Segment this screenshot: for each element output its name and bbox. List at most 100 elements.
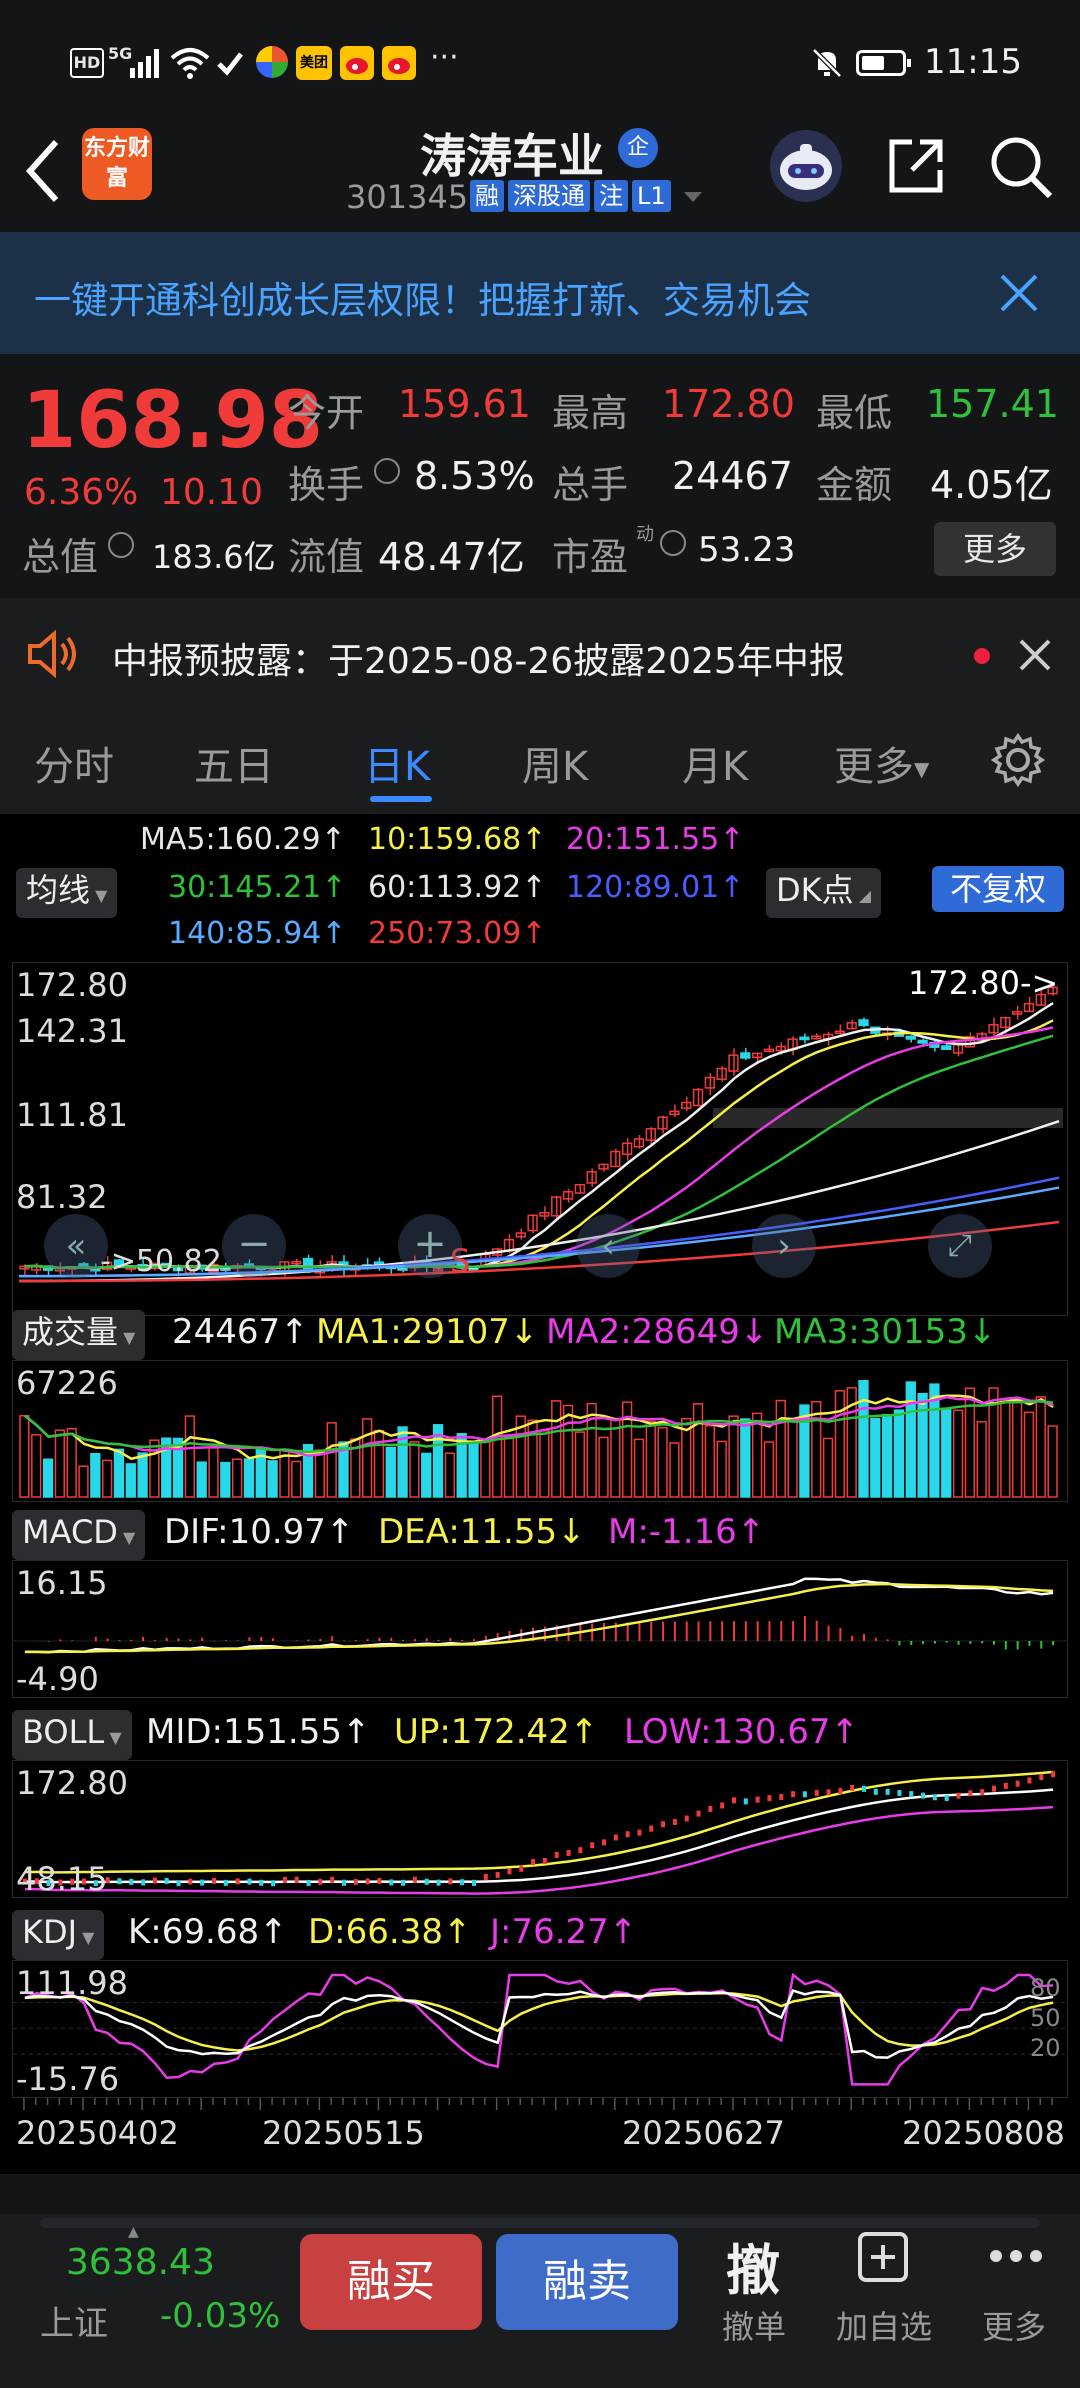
volume-bar (409, 1441, 420, 1498)
scroll-left-icon[interactable]: ‹ (576, 1214, 640, 1278)
ma10-label: 10:159.68↑ (368, 822, 547, 857)
boll-candle (507, 1868, 512, 1875)
tag-connect: 深股通 (508, 180, 590, 212)
index-name[interactable]: 上证 (40, 2296, 108, 2345)
promo-banner[interactable]: 一键开通科创成长层权限！把握打新、交易机会 (0, 232, 1080, 354)
back-icon[interactable] (20, 136, 64, 210)
fullscreen-icon[interactable]: ⤢ (928, 1214, 992, 1278)
volume-bar (941, 1407, 952, 1498)
margin-sell-button[interactable]: 融卖 (496, 2234, 678, 2330)
settings-gear-icon[interactable] (990, 732, 1046, 792)
boll-candle (495, 1871, 500, 1878)
boll-low: LOW:130.67↑ (624, 1712, 860, 1752)
boll-candle (389, 1879, 394, 1886)
drawer-handle[interactable] (40, 2218, 1040, 2228)
volume-bar (728, 1415, 739, 1498)
tab-monthly-k[interactable]: 月K (682, 734, 748, 792)
volume-ma3: MA3:30153↓ (774, 1312, 997, 1352)
ma-selector[interactable]: 均线 ▼ (16, 868, 118, 918)
boll-selector-label: BOLL (22, 1713, 105, 1751)
notice-bar[interactable]: 中报预披露：于2025-08-26披露2025年中报 (0, 598, 1080, 710)
volume-bar (562, 1404, 574, 1498)
more-label[interactable]: 更多 (982, 2302, 1046, 2348)
kdj-selector[interactable]: KDJ ▼ (12, 1910, 105, 1960)
tab-five-day[interactable]: 五日 (194, 734, 274, 792)
volume-bar (1035, 1396, 1046, 1498)
volume-bar (267, 1460, 278, 1498)
weibo-icon (340, 46, 374, 80)
boll-candle (590, 1842, 595, 1849)
no-adjust-button[interactable]: 不复权 (932, 866, 1064, 912)
volume-bar (1000, 1399, 1011, 1498)
zoom-in-icon[interactable]: + (398, 1214, 462, 1278)
stock-code: 301345 (346, 178, 469, 216)
macd-selector[interactable]: MACD ▼ (12, 1510, 146, 1560)
info-icon[interactable] (374, 458, 400, 484)
more-button[interactable]: 更多 (934, 522, 1056, 576)
macd-m: M:-1.16↑ (608, 1512, 766, 1552)
boll-candle (826, 1789, 831, 1796)
boll-candle (862, 1785, 866, 1792)
add-watchlist-label[interactable]: 加自选 (836, 2302, 932, 2348)
volume-bar (113, 1448, 125, 1498)
low-value: 157.41 (926, 382, 1059, 426)
boll-candle (282, 1876, 287, 1883)
ma20-label: 20:151.55↑ (566, 822, 745, 857)
robot-assistant-icon[interactable] (770, 130, 842, 202)
kline-chart-area[interactable]: MA5:160.29↑ 10:159.68↑ 20:151.55↑ 均线 ▼ 3… (0, 814, 1080, 2174)
macd-svg (13, 1577, 1067, 1654)
macd-panel[interactable] (12, 1560, 1068, 1698)
tab-daily-k[interactable]: 日K (364, 734, 430, 792)
boll-candle (212, 1877, 216, 1884)
kdj-d-line (24, 1991, 1054, 2052)
boll-candle (791, 1791, 796, 1798)
close-icon[interactable] (998, 272, 1040, 318)
search-icon[interactable] (988, 134, 1054, 204)
kdj-svg (13, 1972, 1067, 2086)
add-watchlist-icon[interactable] (858, 2232, 908, 2282)
caret-up-icon[interactable]: ▲ (128, 2224, 139, 2240)
tab-weekly-k[interactable]: 周K (522, 734, 588, 792)
volume-bar (811, 1400, 822, 1498)
index-change[interactable]: -0.03% (160, 2296, 280, 2336)
app-icon-2 (256, 46, 288, 78)
scroll-left-fast-icon[interactable]: « (44, 1214, 108, 1278)
info-icon[interactable] (660, 530, 686, 556)
volume-bar (551, 1400, 562, 1498)
volume-panel[interactable] (12, 1360, 1068, 1502)
margin-buy-button[interactable]: 融买 (300, 2234, 482, 2330)
boll-axis-bottom: 48.15 (16, 1860, 108, 1898)
volume-bar (385, 1446, 396, 1498)
boll-candle (223, 1879, 228, 1886)
cancel-order-label[interactable]: 撤单 (722, 2302, 786, 2348)
volume-bar (291, 1460, 302, 1498)
volume-bar (361, 1418, 373, 1498)
y-axis-label: 111.81 (16, 1096, 128, 1134)
volume-bar (751, 1412, 763, 1498)
boll-panel[interactable] (12, 1760, 1068, 1898)
cancel-order-icon[interactable]: 撤 (726, 2226, 780, 2305)
share-icon[interactable] (884, 134, 948, 202)
dk-point-button[interactable]: DK点 ◢ (766, 868, 882, 918)
tab-more[interactable]: 更多▼ (834, 734, 929, 792)
kdj-panel[interactable] (12, 1960, 1068, 2098)
more-dots-icon[interactable] (988, 2248, 1044, 2268)
volume-bar (1023, 1411, 1035, 1498)
volume-bar (54, 1429, 66, 1498)
scroll-right-icon[interactable]: › (752, 1214, 816, 1278)
close-icon[interactable] (1018, 638, 1052, 676)
candle (397, 1267, 408, 1271)
tab-intraday[interactable]: 分时 (34, 734, 114, 792)
boll-selector[interactable]: BOLL ▼ (12, 1710, 132, 1760)
boll-candle (578, 1847, 583, 1854)
zoom-out-icon[interactable]: − (222, 1214, 286, 1278)
index-value[interactable]: 3638.43 (66, 2242, 215, 2283)
volume-selector[interactable]: 成交量 ▼ (12, 1310, 146, 1360)
volume-bar (101, 1459, 113, 1498)
boll-candle (353, 1878, 358, 1885)
volume-bar (858, 1380, 869, 1498)
boll-candle (672, 1818, 677, 1825)
kdj-j-line (24, 1972, 1054, 2086)
chevron-down-icon[interactable] (682, 190, 704, 204)
info-icon[interactable] (108, 532, 134, 558)
